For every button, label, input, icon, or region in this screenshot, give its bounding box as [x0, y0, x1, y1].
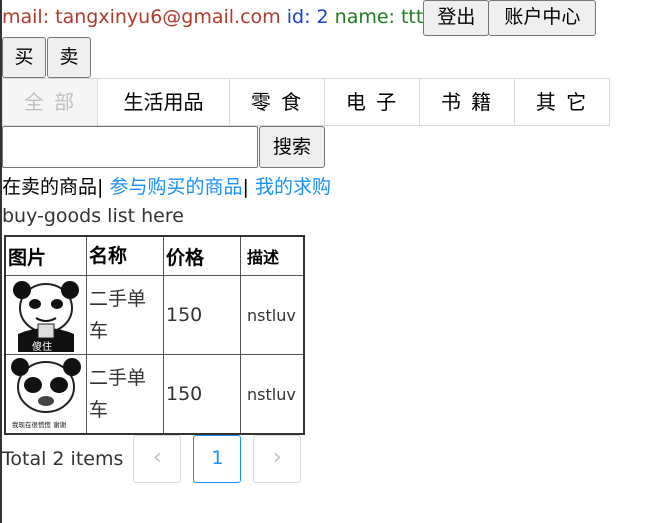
table-row[interactable]: 我现在很慌慌 谢谢 二手单车 150 nstluv [4, 354, 305, 435]
panda-meme-icon: 我现在很慌慌 谢谢 [8, 357, 84, 431]
table-row[interactable]: 傻住 二手单车 150 nstluv [4, 275, 305, 355]
list-caption: buy-goods list here [2, 205, 184, 227]
subnav-participating-link[interactable]: 参与购买的商品 [109, 176, 242, 198]
account-center-button[interactable]: 账户中心 [488, 0, 597, 36]
subnav-separator: | [242, 176, 255, 198]
user-header: mail: tangxinyu6@gmail.com id: 2 name: t… [2, 0, 597, 36]
sell-button[interactable]: 卖 [47, 37, 91, 78]
category-tab-books[interactable]: 书 籍 [419, 78, 515, 126]
goods-price: 150 [163, 354, 241, 435]
category-tab-snacks[interactable]: 零 食 [229, 78, 325, 126]
pagination-prev-button[interactable]: ‹ [133, 435, 182, 483]
chevron-left-icon: ‹ [152, 445, 162, 470]
column-header-description: 描述 [240, 235, 305, 276]
subnav-separator: | [97, 176, 110, 198]
goods-table: 图片 名称 价格 描述 傻住 二手单车 150 nstluv 我现在很慌慌 谢谢… [4, 235, 305, 435]
column-header-name: 名称 [86, 235, 164, 276]
category-tab-daily[interactable]: 生活用品 [97, 78, 230, 126]
subnav-selling[interactable]: 在卖的商品 [2, 176, 97, 198]
pagination: Total 2 items ‹ 1 › [2, 435, 313, 483]
category-tab-electronics[interactable]: 电 子 [324, 78, 420, 126]
id-value: 2 [316, 6, 329, 28]
goods-image-cell: 傻住 [4, 275, 87, 355]
name-value: ttt [400, 6, 424, 28]
name-label: name: [328, 6, 401, 28]
pagination-total: Total 2 items [2, 448, 124, 470]
id-label: id: [280, 6, 317, 28]
category-tab-all[interactable]: 全 部 [2, 78, 98, 126]
image-caption: 我现在很慌慌 谢谢 [12, 420, 67, 429]
chevron-right-icon: › [272, 445, 282, 470]
subnav-requests-link[interactable]: 我的求购 [255, 176, 331, 198]
category-tab-other[interactable]: 其 它 [514, 78, 610, 126]
goods-name: 二手单车 [86, 275, 164, 355]
category-tabs: 全 部 生活用品 零 食 电 子 书 籍 其 它 [2, 78, 610, 126]
goods-description: nstluv [240, 354, 305, 435]
buy-button[interactable]: 买 [2, 37, 46, 78]
goods-image-cell: 我现在很慌慌 谢谢 [4, 354, 87, 435]
goods-name: 二手单车 [86, 354, 164, 435]
logout-button[interactable]: 登出 [423, 0, 490, 36]
mail-label: mail: [2, 6, 56, 28]
column-header-price: 价格 [163, 235, 241, 276]
pagination-page-1[interactable]: 1 [193, 435, 242, 483]
search-button[interactable]: 搜索 [259, 126, 325, 168]
sub-navigation: 在卖的商品| 参与购买的商品| 我的求购 [2, 172, 331, 199]
search-bar: 搜索 [2, 126, 325, 168]
table-header-row: 图片 名称 价格 描述 [4, 235, 305, 276]
goods-price: 150 [163, 275, 241, 355]
column-header-image: 图片 [4, 235, 87, 276]
mode-switch: 买卖 [2, 37, 91, 78]
goods-description: nstluv [240, 275, 305, 355]
image-caption: 傻住 [32, 340, 52, 352]
pagination-next-button[interactable]: › [253, 435, 302, 483]
panda-meme-icon: 傻住 [8, 278, 84, 352]
mail-value: tangxinyu6@gmail.com [55, 6, 281, 28]
search-input[interactable] [2, 126, 258, 168]
